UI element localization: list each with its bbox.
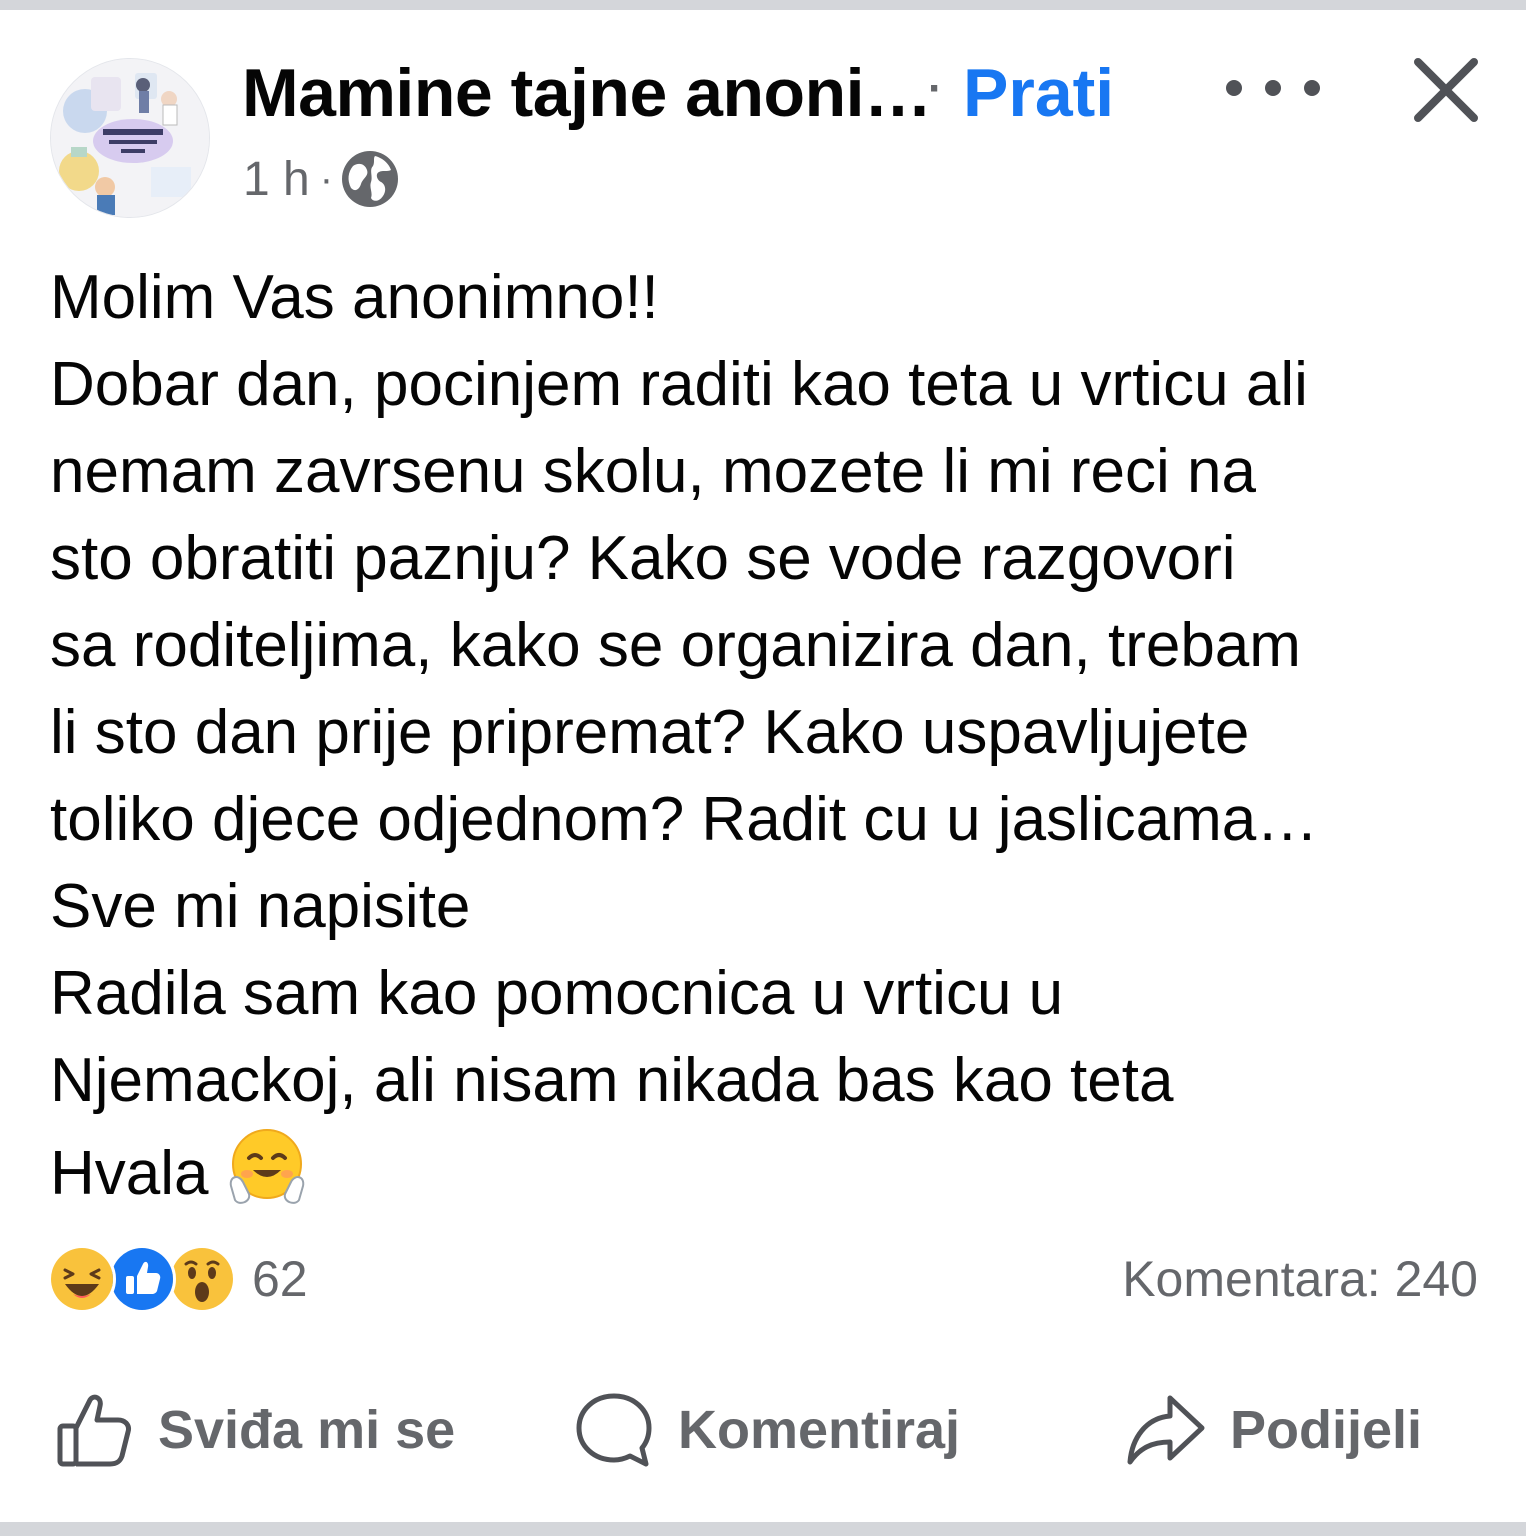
meta-separator: · <box>319 156 334 201</box>
post-line: li sto dan prije pripremat? Kako uspavlj… <box>50 698 1250 767</box>
bottom-divider <box>0 1522 1526 1536</box>
share-arrow-icon <box>1127 1395 1205 1465</box>
follow-button[interactable]: Prati <box>963 54 1114 132</box>
post-line: Sve mi napisite <box>50 872 471 941</box>
post-line: nemam zavrsenu skolu, mozete li mi reci … <box>50 437 1257 506</box>
post-actions: Sviđa mi se Komentiraj Podijeli <box>0 1380 1526 1480</box>
hugging-face-emoji <box>225 1124 309 1208</box>
more-dot-icon <box>1265 80 1281 96</box>
share-button[interactable]: Podijeli <box>1126 1380 1422 1480</box>
more-dot-icon <box>1226 80 1242 96</box>
top-divider <box>0 0 1526 10</box>
comment-bubble-icon <box>576 1393 652 1467</box>
more-dot-icon <box>1304 80 1320 96</box>
reaction-count: 62 <box>252 1251 308 1307</box>
post-timestamp[interactable]: 1 h <box>243 152 310 207</box>
post-line-last: Hvala <box>50 1124 1490 1217</box>
post-line: Njemackoj, ali nisam nikada bas kao teta <box>50 1046 1174 1115</box>
page-avatar[interactable] <box>50 58 210 218</box>
page-name[interactable]: Mamine tajne anoni… <box>242 54 932 132</box>
post-line: toliko djece odjednom? Radit cu u jaslic… <box>50 785 1319 854</box>
wow-reaction-icon <box>168 1245 236 1313</box>
like-reaction-icon <box>108 1245 176 1313</box>
post-line-text: Hvala <box>50 1139 209 1208</box>
header-separator: · <box>928 64 943 113</box>
globe-icon <box>339 148 401 210</box>
post-line: Radila sam kao pomocnica u vrticu u <box>50 959 1064 1028</box>
post-line: sa roditeljima, kako se organizira dan, … <box>50 611 1301 680</box>
share-label: Podijeli <box>1230 1400 1423 1460</box>
close-button[interactable] <box>1410 54 1482 126</box>
comment-count[interactable]: Komentara: 240 <box>1122 1246 1478 1312</box>
reactions-summary[interactable]: 62 <box>48 1245 308 1313</box>
comment-label: Komentiraj <box>678 1400 961 1460</box>
like-label: Sviđa mi se <box>158 1400 456 1460</box>
post-meta: 1 h · <box>243 146 401 212</box>
post-line: sto obratiti paznju? Kako se vode razgov… <box>50 524 1236 593</box>
comment-button[interactable]: Komentiraj <box>574 1380 960 1480</box>
like-button[interactable]: Sviđa mi se <box>54 1380 455 1480</box>
haha-reaction-icon <box>48 1245 116 1313</box>
more-options-button[interactable] <box>1226 68 1320 108</box>
post-text: Molim Vas anonimno!! Dobar dan, pocinjem… <box>50 254 1490 1217</box>
close-icon <box>1414 58 1478 122</box>
avatar-illustration <box>51 59 209 217</box>
thumbs-up-icon <box>57 1394 131 1467</box>
post-line: Dobar dan, pocinjem raditi kao teta u vr… <box>50 350 1308 419</box>
post-line: Molim Vas anonimno!! <box>50 263 659 332</box>
